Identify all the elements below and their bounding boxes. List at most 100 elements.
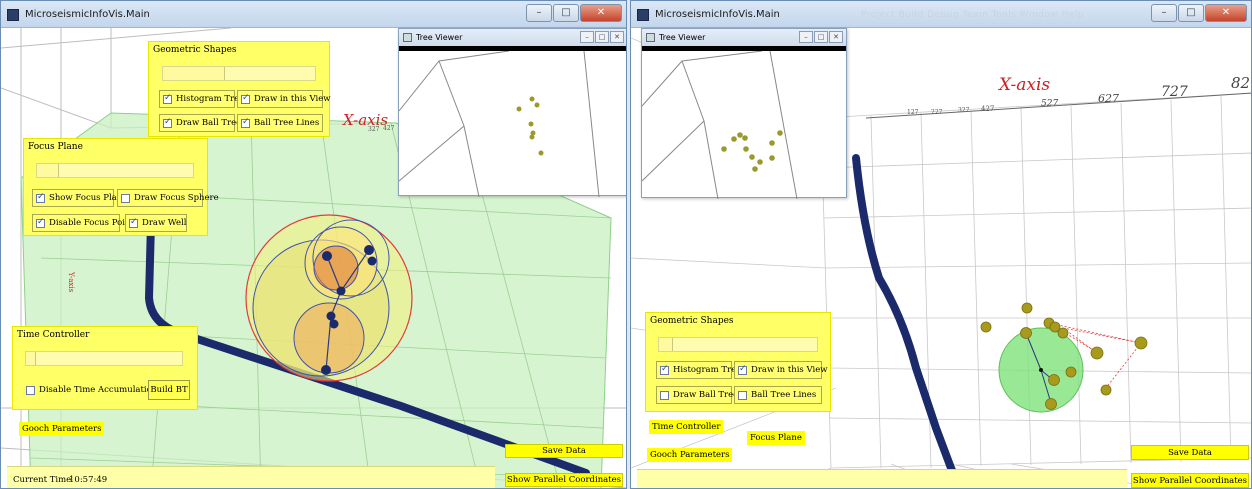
disable-time-accumulation-checkbox[interactable]: Disable Time Accumulation — [23, 381, 157, 399]
tree-viewer-minimize-button[interactable]: – — [799, 31, 813, 43]
tree-viewer-minimize-button[interactable]: – — [580, 31, 594, 43]
ball-tree-lines-checkbox[interactable]: Ball Tree Lines — [237, 114, 323, 132]
right-3d-viewport[interactable]: X-axis 127 227 327 427 527 627 727 82 Tr… — [631, 28, 1251, 488]
tree-viewer-title: Tree Viewer — [659, 33, 706, 42]
tree-viewer-title-bar[interactable]: Tree Viewer – □ ✕ — [399, 29, 626, 46]
checkbox-label: Draw in this View — [751, 365, 828, 375]
checkbox-label: Draw Focus Sphere — [134, 193, 219, 203]
checkbox-label: Disable Time Accumulation — [39, 385, 158, 395]
right-main-window: MicroseismicInfoVis.Main Project Build D… — [630, 0, 1252, 489]
left-window-title: MicroseismicInfoVis.Main — [25, 9, 150, 20]
checkbox-box[interactable] — [26, 385, 35, 395]
left-show-parallel-coordinates-button[interactable]: Show Parallel Coordinates — [505, 473, 623, 487]
disable-focus-point-checkbox[interactable]: Disable Focus Point — [32, 214, 134, 232]
right-tree-viewer-canvas[interactable] — [642, 51, 848, 199]
draw-ball-tree-checkbox[interactable]: Draw Ball Tree — [159, 114, 241, 132]
left-focus-plane-panel: Focus Plane Show Focus Plane Draw Focus … — [23, 138, 219, 236]
right-show-parallel-coordinates-button[interactable]: Show Parallel Coordinates — [1131, 473, 1249, 488]
maximize-button[interactable]: □ — [1178, 4, 1204, 22]
app-icon — [637, 9, 649, 21]
show-focus-plane-checkbox[interactable]: Show Focus Plane — [32, 189, 127, 207]
background-menu-text: Project Build Debug Team Tools Window He… — [861, 10, 1085, 20]
slider-thumb[interactable] — [163, 67, 225, 80]
app-icon — [7, 9, 19, 21]
left-tree-viewer-window[interactable]: Tree Viewer – □ ✕ — [398, 28, 627, 197]
histogram-tree-checkbox[interactable]: Histogram Tree — [159, 90, 244, 108]
right-save-data-button[interactable]: Save Data — [1131, 445, 1249, 460]
draw-in-view-checkbox[interactable]: Draw in this View — [237, 90, 331, 108]
tree-viewer-maximize-button[interactable]: □ — [595, 31, 609, 43]
checkbox-label: Disable Focus Point — [49, 218, 134, 228]
left-title-bar[interactable]: MicroseismicInfoVis.Main – □ ✕ — [1, 1, 626, 28]
checkbox-box[interactable] — [738, 364, 747, 375]
checkbox-box[interactable] — [129, 217, 138, 228]
left-x-axis-label: X-axis — [342, 111, 388, 129]
close-button[interactable]: ✕ — [580, 4, 622, 22]
checkbox-label: Draw Ball Tree — [176, 118, 242, 128]
checkbox-label: Draw in this View — [254, 94, 331, 104]
checkbox-label: Draw Well — [142, 218, 187, 228]
geometric-shapes-slider[interactable] — [162, 66, 316, 81]
tree-viewer-icon — [403, 33, 412, 42]
draw-well-checkbox[interactable]: Draw Well — [125, 214, 187, 232]
checkbox-label: Histogram Tree — [673, 365, 742, 375]
checkbox-box[interactable] — [163, 117, 172, 128]
maximize-button[interactable]: □ — [553, 4, 579, 22]
minimize-button[interactable]: – — [526, 4, 552, 22]
left-status-bar: Current Time 10:57:49 — [7, 466, 495, 488]
close-button[interactable]: ✕ — [1205, 4, 1247, 22]
ball-sphere — [313, 245, 359, 291]
time-controller-slider[interactable] — [25, 351, 183, 366]
left-geometric-shapes-panel: Geometric Shapes Histogram Tree Draw in … — [148, 41, 331, 137]
tree-viewer-title: Tree Viewer — [416, 33, 463, 42]
ball-tree-lines-checkbox[interactable]: Ball Tree Lines — [734, 386, 822, 404]
draw-in-view-checkbox[interactable]: Draw in this View — [734, 361, 828, 379]
checkbox-box[interactable] — [241, 117, 250, 128]
checkbox-box[interactable] — [738, 390, 747, 400]
checkbox-label: Show Focus Plane — [49, 193, 128, 203]
right-gooch-parameters-button[interactable]: Gooch Parameters — [647, 448, 733, 462]
slider-thumb[interactable] — [26, 352, 36, 365]
draw-focus-sphere-checkbox[interactable]: Draw Focus Sphere — [117, 189, 219, 207]
left-save-data-button[interactable]: Save Data — [505, 444, 623, 458]
left-3d-viewport[interactable]: X-axis 327 427 Y-axis Tree Viewer – □ ✕ … — [1, 28, 626, 488]
checkbox-box[interactable] — [36, 217, 45, 228]
checkbox-box[interactable] — [163, 93, 172, 104]
right-window-title: MicroseismicInfoVis.Main — [655, 9, 780, 20]
checkbox-box[interactable] — [660, 364, 669, 375]
checkbox-label: Ball Tree Lines — [254, 118, 320, 128]
minimize-button[interactable]: – — [1151, 4, 1177, 22]
right-x-axis-label: X-axis — [997, 75, 1050, 95]
left-axis-tick: 327 — [368, 126, 380, 133]
right-geometric-shapes-panel: Geometric Shapes Histogram Tree Draw in … — [645, 312, 831, 412]
build-bt-button[interactable]: Build BT — [148, 380, 190, 400]
left-axis-tick: 427 — [383, 125, 395, 132]
slider-thumb[interactable] — [37, 164, 59, 177]
geometric-shapes-slider[interactable] — [658, 337, 818, 352]
tree-viewer-close-button[interactable]: ✕ — [610, 31, 624, 43]
tree-viewer-title-bar[interactable]: Tree Viewer – □ ✕ — [642, 29, 846, 46]
tree-viewer-close-button[interactable]: ✕ — [829, 31, 843, 43]
right-status-bar — [637, 469, 1127, 488]
focus-plane-slider[interactable] — [36, 163, 194, 178]
right-title-bar[interactable]: MicroseismicInfoVis.Main Project Build D… — [631, 1, 1251, 28]
time-controller-title: Time Controller — [17, 330, 90, 340]
checkbox-label: Ball Tree Lines — [751, 390, 817, 400]
tree-viewer-maximize-button[interactable]: □ — [814, 31, 828, 43]
right-time-controller-button[interactable]: Time Controller — [649, 420, 724, 434]
slider-thumb[interactable] — [659, 338, 673, 351]
checkbox-box[interactable] — [36, 192, 45, 203]
left-gooch-parameters-button[interactable]: Gooch Parameters — [19, 422, 105, 436]
checkbox-box[interactable] — [660, 390, 669, 400]
checkbox-label: Histogram Tree — [176, 94, 245, 104]
histogram-tree-checkbox[interactable]: Histogram Tree — [656, 361, 741, 379]
right-tree-viewer-window[interactable]: Tree Viewer – □ ✕ — [641, 28, 848, 199]
draw-ball-tree-checkbox[interactable]: Draw Ball Tree — [656, 386, 738, 404]
right-axis-tick: 82 — [1231, 74, 1250, 92]
left-tree-viewer-canvas[interactable] — [399, 51, 627, 197]
checkbox-box[interactable] — [121, 193, 130, 203]
right-focus-plane-button[interactable]: Focus Plane — [747, 431, 805, 445]
geometric-shapes-title: Geometric Shapes — [153, 45, 237, 55]
svg-text:Y-axis: Y-axis — [67, 271, 75, 293]
checkbox-box[interactable] — [241, 93, 250, 104]
